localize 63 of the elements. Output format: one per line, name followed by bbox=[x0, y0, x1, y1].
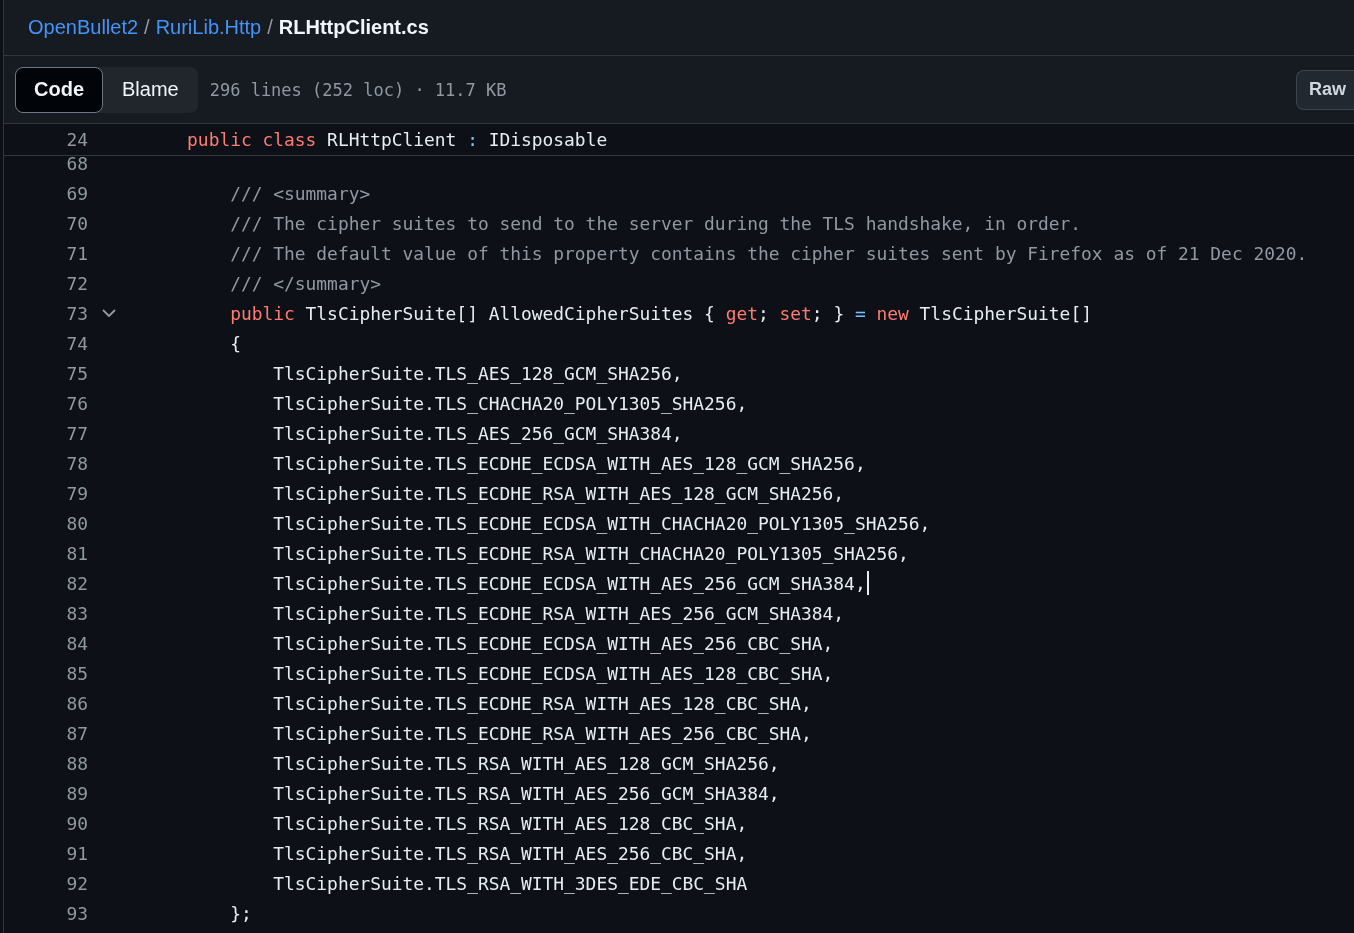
code-line: /// The default value of this property contains the cipher suites sent by Firefox as of 21 Dec 2020. bbox=[229, 242, 1308, 264]
line-number: 77 bbox=[65, 422, 88, 444]
code-line: TlsCipherSuite.TLS_ECDHE_ECDSA_WITH_AES_128_GCM_SHA256, bbox=[272, 452, 866, 474]
line-number: 84 bbox=[65, 632, 88, 654]
raw-button[interactable]: Raw bbox=[1296, 69, 1354, 110]
line-number: 83 bbox=[65, 602, 88, 624]
code-line: TlsCipherSuite.TLS_RSA_WITH_AES_128_CBC_SHA, bbox=[272, 812, 748, 834]
line-number: 85 bbox=[65, 662, 88, 684]
breadcrumb-separator: / bbox=[144, 16, 150, 39]
code-line: TlsCipherSuite.TLS_ECDHE_RSA_WITH_AES_128_CBC_SHA, bbox=[272, 692, 812, 714]
breadcrumb-separator: / bbox=[267, 16, 273, 39]
code-line: { bbox=[229, 332, 241, 354]
code-line: TlsCipherSuite.TLS_ECDHE_RSA_WITH_AES_128_GCM_SHA256, bbox=[272, 482, 845, 504]
code-line: TlsCipherSuite.TLS_RSA_WITH_AES_256_GCM_SHA384, bbox=[272, 782, 780, 804]
file-info: 296 lines (252 loc) · 11.7 KB bbox=[209, 79, 507, 100]
line-number: 70 bbox=[65, 212, 88, 234]
line-number: 68 bbox=[65, 156, 88, 172]
line-number: 90 bbox=[65, 812, 88, 834]
line-number: 93 bbox=[65, 902, 88, 924]
line-number: 92 bbox=[65, 872, 88, 894]
code-line: TlsCipherSuite.TLS_ECDHE_RSA_WITH_AES_256_GCM_SHA384, bbox=[272, 602, 845, 624]
code-line: TlsCipherSuite.TLS_AES_128_GCM_SHA256, bbox=[272, 362, 683, 384]
view-tab[interactable]: Code bbox=[15, 66, 103, 113]
code-line: TlsCipherSuite.TLS_ECDHE_RSA_WITH_AES_256_CBC_SHA, bbox=[272, 722, 812, 744]
code-line: /// The cipher suites to send to the server during the TLS handshake, in order. bbox=[229, 212, 1082, 234]
line-number: 91 bbox=[65, 842, 88, 864]
line-number: 87 bbox=[65, 722, 88, 744]
code-line: TlsCipherSuite.TLS_RSA_WITH_AES_256_CBC_SHA, bbox=[272, 842, 748, 864]
chevron-icon[interactable] bbox=[102, 308, 116, 318]
code-line: /// <summary> bbox=[229, 182, 371, 204]
code-line: TlsCipherSuite.TLS_ECDHE_ECDSA_WITH_AES_128_CBC_SHA, bbox=[272, 662, 834, 684]
breadcrumb-link[interactable]: RuriLib.Http bbox=[155, 16, 262, 39]
code-line: TlsCipherSuite.TLS_ECDHE_ECDSA_WITH_AES_256_GCM_SHA384, bbox=[272, 572, 866, 594]
line-number: 24 bbox=[65, 129, 88, 150]
line-number: 76 bbox=[65, 392, 88, 414]
line-number: 69 bbox=[65, 182, 88, 204]
code-line: TlsCipherSuite.TLS_RSA_WITH_3DES_EDE_CBC_SHA bbox=[272, 872, 748, 894]
code-line: TlsCipherSuite.TLS_RSA_WITH_AES_128_GCM_SHA256, bbox=[272, 752, 780, 774]
file-name: RLHttpClient.cs bbox=[278, 16, 429, 39]
code-line: TlsCipherSuite.TLS_ECDHE_ECDSA_WITH_CHACHA20_POLY1305_SHA256, bbox=[272, 512, 931, 534]
code-line: TlsCipherSuite.TLS_ECDHE_ECDSA_WITH_AES_256_CBC_SHA, bbox=[272, 632, 834, 654]
line-number: 82 bbox=[65, 572, 88, 594]
code-line: public TlsCipherSuite[] AllowedCipherSuites { get; set; } = new TlsCipherSuite[] bbox=[229, 302, 1092, 324]
code-line: }; bbox=[229, 902, 252, 924]
view-tab[interactable]: Blame bbox=[103, 66, 198, 113]
line-number: 88 bbox=[65, 752, 88, 774]
code-line: TlsCipherSuite.TLS_CHACHA20_POLY1305_SHA256, bbox=[272, 392, 748, 414]
code-line: public class RLHttpClient : IDisposable bbox=[186, 129, 608, 150]
line-number: 75 bbox=[65, 362, 88, 384]
code-line: /// </summary> bbox=[229, 272, 381, 294]
line-number: 80 bbox=[65, 512, 88, 534]
line-number: 89 bbox=[65, 782, 88, 804]
code-line: TlsCipherSuite.TLS_ECDHE_RSA_WITH_CHACHA20_POLY1305_SHA256, bbox=[272, 542, 909, 564]
line-number: 71 bbox=[65, 242, 88, 264]
code-line: TlsCipherSuite.TLS_AES_256_GCM_SHA384, bbox=[272, 422, 683, 444]
breadcrumb-link[interactable]: OpenBullet2 bbox=[28, 16, 139, 39]
line-number: 74 bbox=[65, 332, 88, 354]
line-number: 86 bbox=[65, 692, 88, 714]
line-number: 72 bbox=[65, 272, 88, 294]
line-number: 78 bbox=[65, 452, 88, 474]
line-number: 73 bbox=[65, 302, 88, 324]
line-number: 79 bbox=[65, 482, 88, 504]
line-number: 81 bbox=[65, 542, 88, 564]
